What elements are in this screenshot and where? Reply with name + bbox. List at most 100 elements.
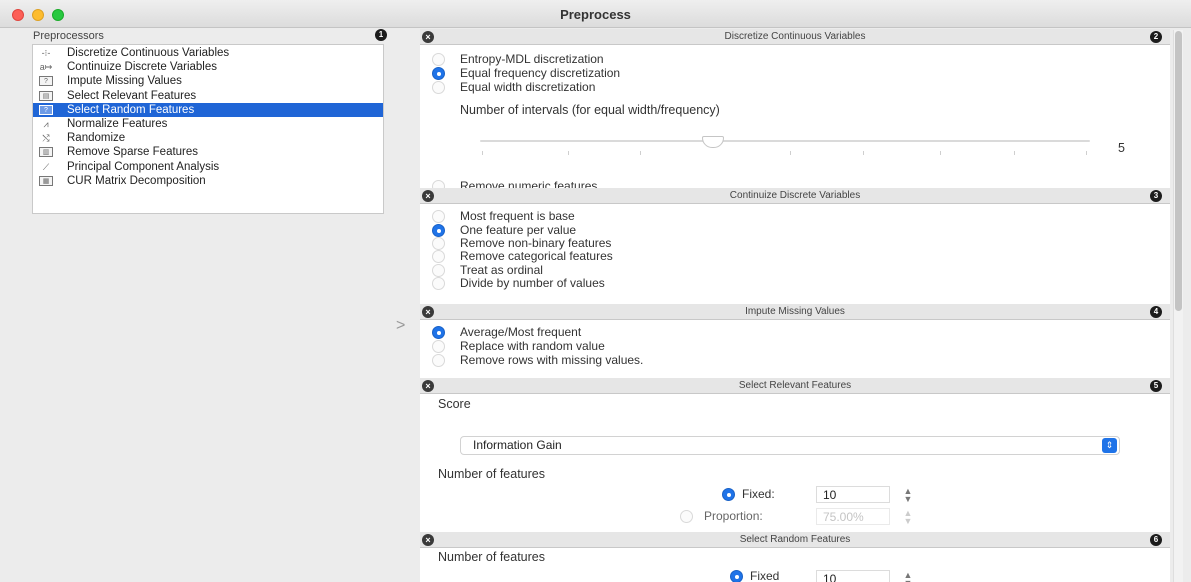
random-num-features-label: Number of features xyxy=(438,550,545,564)
radio-icon xyxy=(432,237,445,250)
relevant-num-features-label: Number of features xyxy=(438,467,545,481)
select-random-body: Number of features Fixed 10 ▲▼ xyxy=(420,548,1170,582)
normalize-icon: ⩘ xyxy=(43,118,49,129)
select-relevant-header: × Select Relevant Features 5 xyxy=(420,378,1170,394)
discretize-icon: -⁝- xyxy=(41,48,51,58)
discretize-option-equal-frequency[interactable]: Equal frequency discretization xyxy=(432,67,620,80)
select-relevant-title: Select Relevant Features xyxy=(738,380,852,391)
slider-tick xyxy=(640,151,641,155)
impute-body: Average/Most frequent Replace with rando… xyxy=(420,320,1170,378)
radio-label: Fixed: xyxy=(742,487,775,501)
preprocessor-item-label: Randomize xyxy=(67,132,126,145)
relevant-fixed-input[interactable]: 10 xyxy=(816,486,890,503)
select-relevant-badge: 5 xyxy=(1150,380,1162,392)
window-title: Preprocess xyxy=(560,7,631,22)
select-random-box: × Select Random Features 6 Number of fea… xyxy=(420,532,1170,582)
pca-icon: ⟋ xyxy=(42,161,50,172)
radio-label: Equal width discretization xyxy=(460,80,596,94)
radio-icon xyxy=(432,67,445,80)
select-random-badge: 6 xyxy=(1150,534,1162,546)
cur-icon: ▦ xyxy=(39,175,53,186)
radio-label: Average/Most frequent xyxy=(460,325,582,339)
radio-label: Equal frequency discretization xyxy=(460,66,621,80)
radio-label: Remove categorical features xyxy=(460,249,613,263)
relevant-proportion-input[interactable]: 75.00% xyxy=(816,508,890,525)
preprocessor-item-randomize[interactable]: ⤭ Randomize xyxy=(33,131,383,145)
random-fixed-input[interactable]: 10 xyxy=(816,570,890,582)
discretize-body: Entropy-MDL discretization Equal frequen… xyxy=(420,45,1170,205)
stepper-icon[interactable]: ▲▼ xyxy=(902,571,914,582)
radio-icon xyxy=(432,340,445,353)
preprocessor-item-remove-sparse[interactable]: ▥ Remove Sparse Features xyxy=(33,145,383,159)
radio-icon xyxy=(432,224,445,237)
score-select[interactable]: Information Gain ⇕ xyxy=(460,436,1120,455)
radio-label: Replace with random value xyxy=(460,339,605,353)
stepper-icon[interactable]: ▲▼ xyxy=(902,509,914,526)
intervals-label: Number of intervals (for equal width/fre… xyxy=(460,103,720,117)
preprocessors-list: -⁝- Discretize Continuous Variables a↦ C… xyxy=(32,44,384,214)
radio-icon xyxy=(432,53,445,66)
impute-option-remove-rows[interactable]: Remove rows with missing values. xyxy=(432,354,643,367)
slider-tick xyxy=(1014,151,1015,155)
continuize-header: × Continuize Discrete Variables 3 xyxy=(420,188,1170,204)
vertical-scrollbar[interactable] xyxy=(1173,30,1183,582)
continuize-option-remove-categorical[interactable]: Remove categorical features xyxy=(432,250,613,263)
slider-tick xyxy=(940,151,941,155)
select-relevant-box: × Select Relevant Features 5 Score Infor… xyxy=(420,378,1170,534)
preprocessor-item-normalize[interactable]: ⩘ Normalize Features xyxy=(33,117,383,131)
impute-option-average[interactable]: Average/Most frequent xyxy=(432,326,581,339)
preprocessor-item-label: Impute Missing Values xyxy=(67,75,182,88)
continuize-option-divide[interactable]: Divide by number of values xyxy=(432,277,605,290)
preprocessor-item-label: Principal Component Analysis xyxy=(67,160,220,173)
continuize-option-most-frequent-base[interactable]: Most frequent is base xyxy=(432,210,575,223)
relevant-fixed-option[interactable]: Fixed: xyxy=(722,488,775,501)
continuize-body: Most frequent is base One feature per va… xyxy=(420,204,1170,306)
discretize-title: Discretize Continuous Variables xyxy=(724,31,866,42)
radio-label: Divide by number of values xyxy=(460,276,605,290)
window-content: Preprocessors 1 -⁝- Discretize Continuou… xyxy=(0,28,1191,582)
radio-icon xyxy=(432,81,445,94)
random-fixed-option[interactable]: Fixed xyxy=(730,570,779,582)
score-select-value: Information Gain xyxy=(473,438,562,452)
preprocessor-item-cur[interactable]: ▦ CUR Matrix Decomposition xyxy=(33,174,383,188)
preprocessor-item-label: Continuize Discrete Variables xyxy=(67,61,217,74)
discretize-option-entropy[interactable]: Entropy-MDL discretization xyxy=(432,53,604,66)
select-relevant-icon: ▤ xyxy=(39,90,53,101)
discretize-option-equal-width[interactable]: Equal width discretization xyxy=(432,81,595,94)
randomize-icon: ⤭ xyxy=(42,133,50,144)
radio-label: One feature per value xyxy=(460,223,577,237)
remove-sparse-icon: ▥ xyxy=(39,147,53,158)
continuize-box: × Continuize Discrete Variables 3 Most f… xyxy=(420,188,1170,306)
relevant-proportion-option[interactable]: Proportion: xyxy=(680,510,763,523)
preprocessor-item-continuize[interactable]: a↦ Continuize Discrete Variables xyxy=(33,60,383,74)
preprocessor-editor: × Discretize Continuous Variables 2 Entr… xyxy=(420,28,1170,582)
discretize-header: × Discretize Continuous Variables 2 xyxy=(420,29,1170,45)
stepper-icon[interactable]: ▲▼ xyxy=(902,487,914,504)
continuize-icon: a↦ xyxy=(39,62,53,73)
impute-option-random[interactable]: Replace with random value xyxy=(432,340,605,353)
intervals-slider-handle[interactable] xyxy=(702,136,724,148)
preprocessors-label: Preprocessors xyxy=(33,30,104,42)
continuize-title: Continuize Discrete Variables xyxy=(729,190,861,201)
preprocessor-item-label: Discretize Continuous Variables xyxy=(67,47,230,59)
preprocessor-item-label: Select Random Features xyxy=(67,103,195,116)
scrollbar-thumb[interactable] xyxy=(1175,31,1182,311)
slider-tick xyxy=(863,151,864,155)
preprocessors-badge: 1 xyxy=(375,29,387,41)
impute-badge: 4 xyxy=(1150,306,1162,318)
radio-icon xyxy=(432,250,445,263)
radio-label: Remove rows with missing values. xyxy=(460,353,644,367)
preprocessor-item-select-random[interactable]: ? Select Random Features xyxy=(33,102,383,117)
preprocessor-item-impute[interactable]: ? Impute Missing Values xyxy=(33,74,383,88)
radio-label: Most frequent is base xyxy=(460,209,575,223)
preprocessor-item-pca[interactable]: ⟋ Principal Component Analysis xyxy=(33,160,383,174)
intervals-slider-track[interactable] xyxy=(480,140,1090,142)
preprocessor-item-select-relevant[interactable]: ▤ Select Relevant Features xyxy=(33,89,383,103)
preprocessor-item-label: Select Relevant Features xyxy=(67,89,197,102)
radio-icon xyxy=(432,326,445,339)
score-label: Score xyxy=(438,397,471,411)
slider-tick xyxy=(1086,151,1087,155)
preprocessor-item-discretize[interactable]: -⁝- Discretize Continuous Variables xyxy=(33,46,383,60)
impute-title: Impute Missing Values xyxy=(745,306,845,317)
radio-label: Remove non-binary features xyxy=(460,236,612,250)
